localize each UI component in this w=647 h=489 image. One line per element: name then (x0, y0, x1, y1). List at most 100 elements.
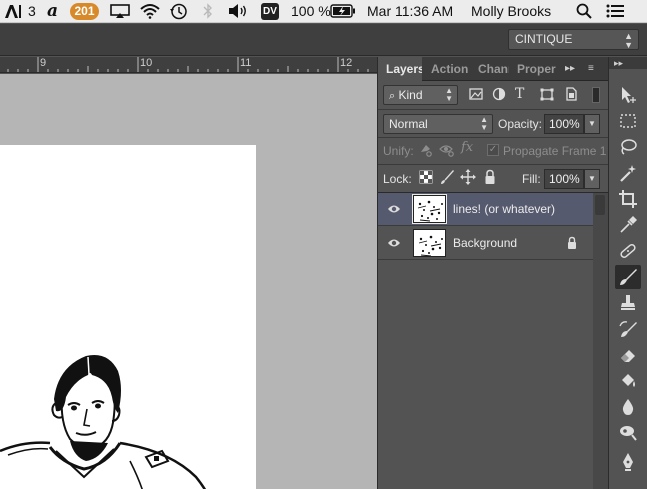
document-canvas[interactable] (0, 145, 256, 489)
drawing-artwork (0, 355, 207, 489)
history-brush-tool-icon[interactable] (615, 317, 641, 341)
blend-mode-select[interactable]: Normal ▲ ▼ (383, 114, 493, 134)
workspace-select[interactable]: CINTIQUE ▲ ▼ (508, 29, 639, 50)
healing-brush-tool-icon[interactable] (615, 239, 641, 263)
adjustment-filter-icon[interactable] (491, 85, 509, 105)
airplay-icon[interactable] (110, 4, 130, 22)
layer-name[interactable]: Background (453, 236, 517, 250)
unify-row: Unify: fx ✓ Propagate Frame 1 (378, 137, 608, 164)
dv-icon[interactable]: DV (261, 3, 279, 20)
panel-menu-icon[interactable]: ≡ (588, 57, 594, 81)
type-filter-icon[interactable]: T (515, 85, 533, 105)
layers-scrollbar[interactable] (593, 193, 608, 489)
app-options-bar: CINTIQUE ▲ ▼ (0, 24, 647, 56)
eyedropper-tool-icon[interactable] (615, 213, 641, 237)
magic-wand-tool-icon[interactable] (615, 161, 641, 185)
panel-collapse-icon[interactable]: ▸▸ (565, 57, 575, 81)
user-name[interactable]: Molly Brooks (471, 3, 551, 19)
select-arrows-icon: ▲ ▼ (624, 31, 633, 50)
opacity-dropdown[interactable]: ▼ (584, 114, 600, 134)
adobe-cc-icon[interactable] (4, 4, 24, 23)
tab-properties[interactable]: Proper (509, 57, 557, 81)
panel-tab-bar: Layers Action Chann Proper ▸▸ ≡ (378, 57, 608, 82)
select-arrows-icon: ▲ ▼ (480, 115, 488, 132)
eraser-tool-icon[interactable] (615, 343, 641, 367)
tools-collapse-icon[interactable]: ▸▸ (609, 57, 647, 69)
a-icon[interactable]: a (47, 1, 58, 21)
time-machine-icon[interactable] (169, 3, 189, 23)
lock-pixels-icon[interactable] (439, 169, 455, 190)
filter-kind-label: Kind (398, 88, 423, 102)
lock-position-icon[interactable] (460, 169, 476, 190)
clock[interactable]: Mar 11:36 AM (367, 3, 453, 19)
ruler-ticks (7, 57, 369, 72)
move-tool-icon[interactable] (615, 83, 641, 107)
battery-icon[interactable] (330, 4, 356, 21)
propagate-checkbox[interactable]: ✓ (487, 144, 499, 156)
smart-object-filter-icon[interactable] (563, 85, 581, 105)
spotlight-icon[interactable] (576, 3, 592, 22)
wifi-icon[interactable] (139, 3, 161, 22)
filter-kind-select[interactable]: ⌕ Kind ▲ ▼ (383, 85, 458, 105)
tools-panel: ▸▸ (608, 57, 647, 489)
crop-tool-icon[interactable] (615, 187, 641, 211)
ruler-label: 11 (240, 57, 252, 69)
eye-icon[interactable] (387, 236, 401, 254)
tab-channels[interactable]: Chann (470, 57, 509, 81)
blur-tool-icon[interactable] (615, 395, 641, 419)
layer-filter-row: ⌕ Kind ▲ ▼ T (378, 81, 608, 109)
layer-name[interactable]: lines! (or whatever) (453, 202, 555, 216)
lock-row: Lock: Fill: 100% ▼ (378, 164, 608, 192)
paint-bucket-tool-icon[interactable] (615, 369, 641, 393)
layer-thumbnail (413, 229, 446, 257)
volume-icon[interactable] (228, 3, 248, 22)
ruler-label: 12 (340, 57, 353, 69)
lock-icon[interactable] (566, 236, 578, 255)
opacity-label: Opacity: (498, 117, 543, 131)
layers-panel: Layers Action Chann Proper ▸▸ ≡ ⌕ Kind ▲… (377, 57, 608, 489)
opacity-input[interactable]: 100% (544, 114, 584, 134)
notification-center-icon[interactable] (606, 4, 624, 21)
clone-stamp-tool-icon[interactable] (615, 291, 641, 315)
lock-label: Lock: (383, 172, 412, 186)
unify-visibility-icon[interactable] (439, 142, 455, 163)
layer-row-lines[interactable]: lines! (or whatever) (378, 193, 593, 226)
marquee-tool-icon[interactable] (615, 109, 641, 133)
fill-label: Fill: (522, 172, 541, 186)
pen-tool-icon[interactable] (615, 450, 641, 474)
brush-tool-icon[interactable] (615, 265, 641, 289)
lock-transparent-icon[interactable] (419, 170, 433, 189)
shape-filter-icon[interactable] (539, 85, 557, 105)
unify-style-icon[interactable]: fx (461, 140, 473, 155)
canvas-area[interactable] (0, 74, 377, 489)
notification-badge[interactable]: 201 (70, 3, 99, 20)
unify-position-icon[interactable] (418, 142, 434, 163)
search-icon: ⌕ (389, 90, 396, 102)
select-arrows-icon: ▲ ▼ (445, 86, 453, 103)
lasso-tool-icon[interactable] (615, 135, 641, 159)
adobe-count: 3 (28, 3, 36, 19)
blend-row: Normal ▲ ▼ Opacity: 100% ▼ (378, 109, 608, 137)
workspace-label: CINTIQUE (515, 32, 573, 46)
fill-input[interactable]: 100% (544, 169, 584, 189)
menubar: 3 a 201 DV 100 % Mar 11:36 AM Molly Broo… (0, 0, 647, 23)
dodge-tool-icon[interactable] (615, 421, 641, 445)
eye-icon[interactable] (387, 202, 401, 220)
ruler-label: 9 (40, 57, 47, 69)
propagate-label: Propagate Frame 1 (503, 144, 607, 158)
blend-mode-label: Normal (389, 117, 428, 131)
tab-actions[interactable]: Action (423, 57, 470, 81)
ruler-label: 10 (140, 57, 153, 69)
battery-percent: 100 % (291, 3, 331, 19)
lock-all-icon[interactable] (483, 169, 497, 190)
pixel-filter-icon[interactable] (468, 85, 486, 105)
layer-thumbnail (412, 194, 447, 224)
horizontal-ruler[interactable]: 9 10 11 12 (0, 57, 377, 73)
tab-layers[interactable]: Layers (378, 57, 422, 82)
scroll-thumb[interactable] (595, 195, 605, 215)
filter-toggle[interactable] (592, 87, 600, 103)
layer-row-background[interactable]: Background (378, 227, 593, 260)
unify-label: Unify: (383, 144, 414, 158)
bluetooth-icon[interactable] (203, 3, 213, 22)
fill-dropdown[interactable]: ▼ (584, 169, 600, 189)
